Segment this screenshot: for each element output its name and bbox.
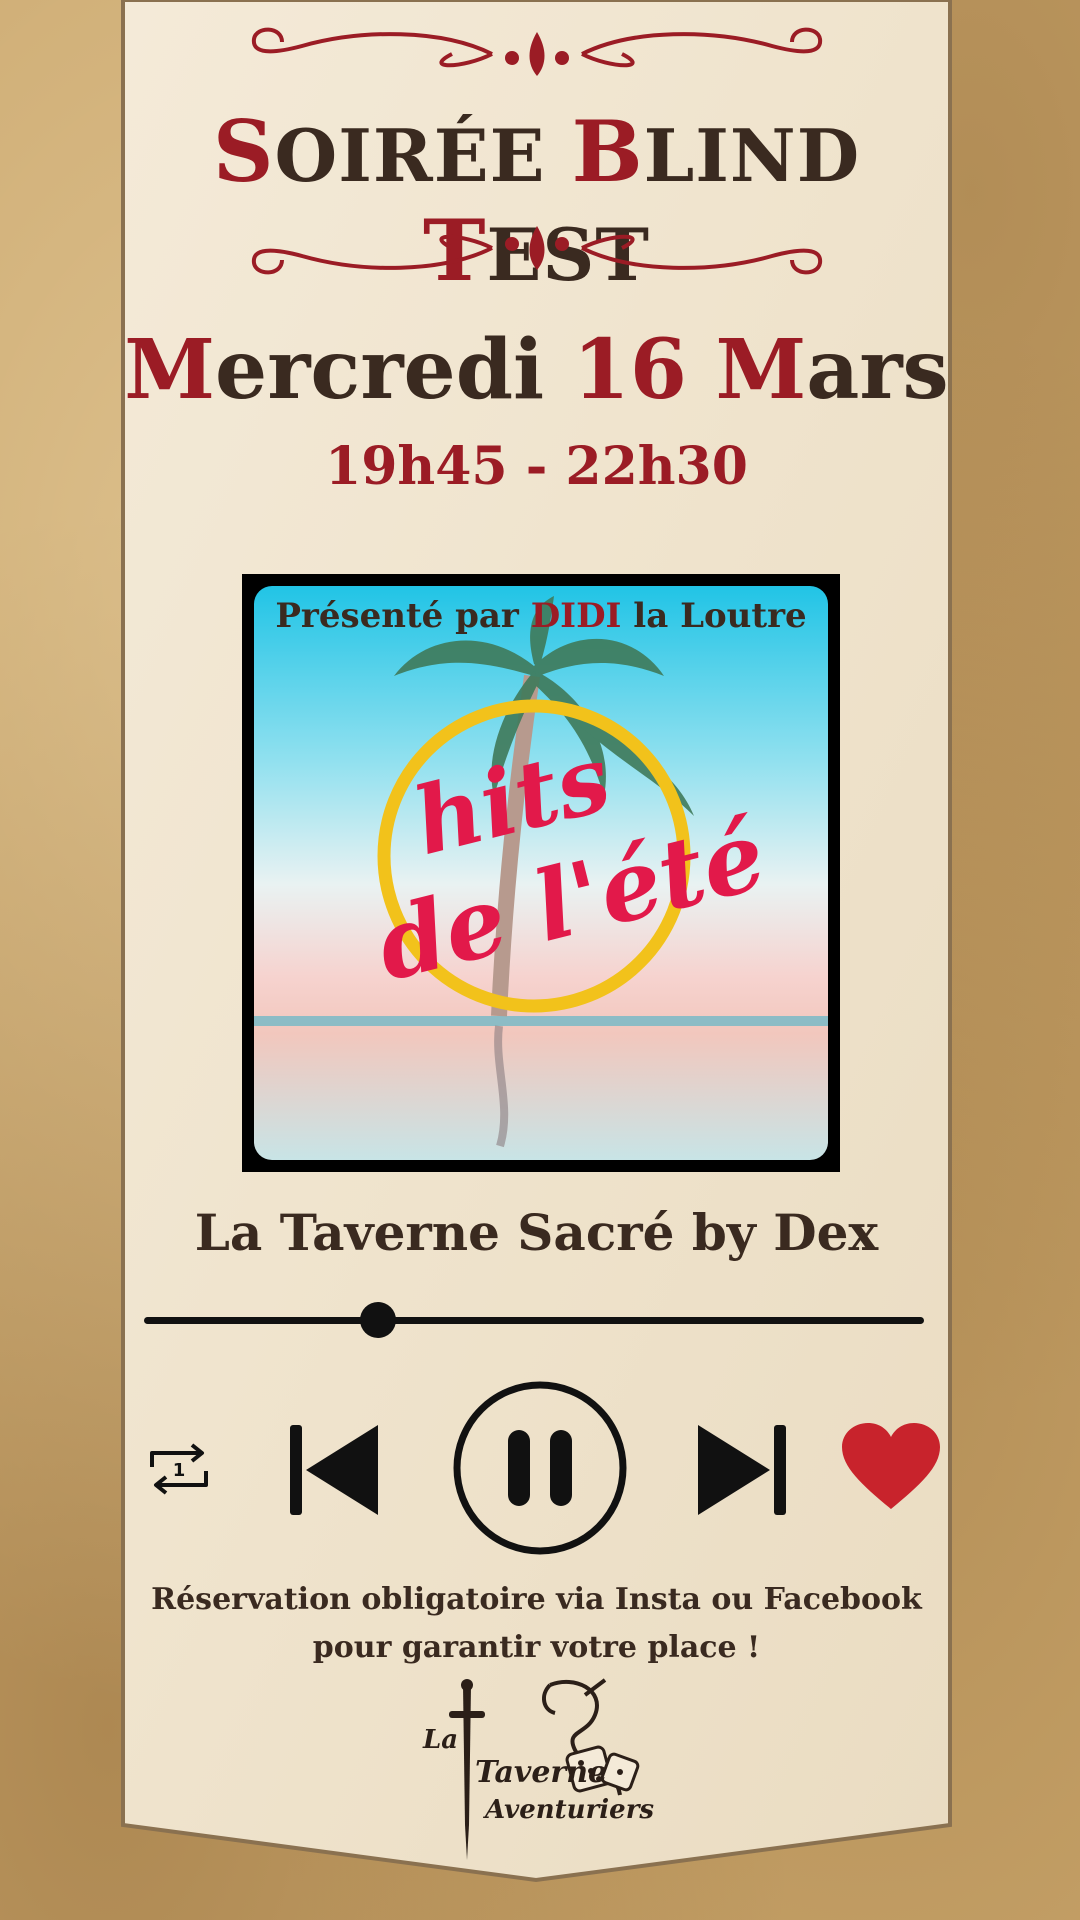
album-cover-image: Présenté par DIDI la Loutre hits de l'ét… <box>254 586 828 1160</box>
repeat-one-icon[interactable]: 1 <box>144 1439 214 1499</box>
heart-icon[interactable] <box>842 1423 940 1511</box>
svg-text:1: 1 <box>173 1460 186 1481</box>
presented-suffix: la Loutre <box>621 596 807 636</box>
presenter-name: DIDI <box>530 596 622 636</box>
reservation-note: Réservation obligatoire via Insta ou Fac… <box>120 1576 953 1672</box>
reservation-line-2: pour garantir votre place ! <box>312 1630 761 1665</box>
presented-by: Présenté par DIDI la Loutre <box>254 596 828 636</box>
progress-bar[interactable] <box>144 1300 924 1340</box>
title-cap-1: S <box>212 102 275 201</box>
date-day-rest: ercredi <box>215 322 573 418</box>
date-day-cap: M <box>124 322 216 418</box>
reservation-line-1: Réservation obligatoire via Insta ou Fac… <box>151 1582 922 1617</box>
pause-button[interactable] <box>452 1380 628 1556</box>
logo-text-la: La <box>423 1725 459 1755</box>
logo-text-taverne: Taverne <box>475 1755 608 1790</box>
top-ornament <box>251 27 823 76</box>
poster-banner: SOIRÉE BLIND TEST Mercredi 16 Mars 19h45… <box>120 0 953 1885</box>
presented-prefix: Présenté par <box>275 596 531 636</box>
event-hours: 19h45 - 22h30 <box>325 436 748 497</box>
title-rest-1: OIRÉE <box>274 113 572 198</box>
title-rest-2: LIND <box>643 113 861 198</box>
skip-next-icon[interactable] <box>698 1425 786 1515</box>
venue-name: La Taverne Sacré by Dex <box>194 1203 879 1262</box>
logo-text-aventuriers: Aventuriers <box>485 1795 655 1825</box>
date-month-cap: M <box>686 322 807 418</box>
progress-track[interactable] <box>144 1317 924 1324</box>
date-month-rest: ars <box>806 322 949 418</box>
taverne-logo: La Taverne Aventuriers <box>415 1675 665 1865</box>
player-controls: 1 <box>120 1375 953 1565</box>
title-cap-2: B <box>571 102 644 201</box>
album-cover: Présenté par DIDI la Loutre hits de l'ét… <box>242 574 840 1172</box>
progress-knob[interactable] <box>360 1302 396 1338</box>
pause-icon <box>508 1430 572 1506</box>
event-date: Mercredi 16 Mars <box>120 322 953 418</box>
skip-previous-icon[interactable] <box>290 1425 378 1515</box>
date-number: 16 <box>572 322 687 418</box>
bottom-ornament <box>251 226 823 275</box>
